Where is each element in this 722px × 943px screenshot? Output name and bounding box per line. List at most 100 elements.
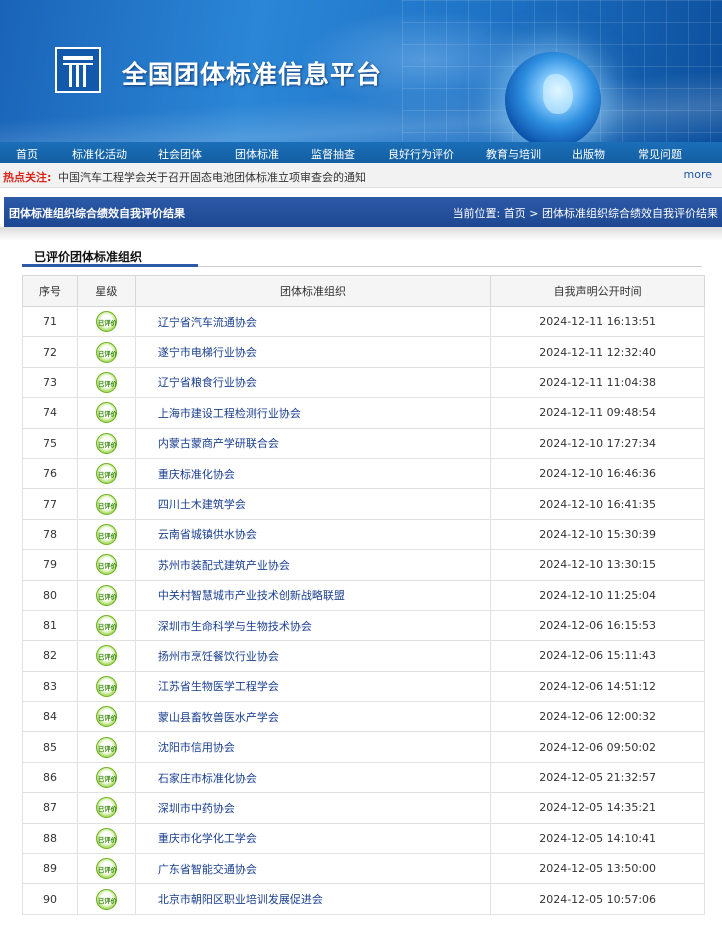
row-star: 已评价 (76, 761, 136, 794)
row-org-link[interactable]: 蒙山县畜牧兽医水产学会 (134, 701, 492, 733)
evaluated-orgs-table: 序号 星级 团体标准组织 自我声明公开时间 71 已评价 辽宁省汽车流通协会 2024… (22, 275, 705, 915)
row-org-link[interactable]: 云南省城镇供水协会 (134, 518, 492, 551)
evaluated-badge-label: 已评价 (97, 380, 117, 388)
row-org-link[interactable]: 苏州市装配式建筑产业协会 (134, 549, 492, 581)
nav-item[interactable]: 社会团体 (158, 146, 202, 162)
evaluated-badge-icon: 已评价 (95, 584, 117, 606)
row-star: 已评价 (76, 366, 136, 399)
evaluated-badge-label: 已评价 (97, 562, 117, 570)
row-date: 2024-12-05 21:32:57 (490, 761, 705, 794)
section-title: 已评价团体标准组织 (34, 250, 143, 264)
nav-item[interactable]: 常见问题 (638, 146, 682, 162)
row-org-link[interactable]: 中关村智慧城市产业技术创新战略联盟 (134, 579, 492, 611)
row-index: 83 (22, 670, 78, 703)
row-org-link[interactable]: 沈阳市信用协会 (134, 731, 492, 763)
breadcrumb-home[interactable]: 首页 (504, 207, 526, 220)
evaluated-badge-label: 已评价 (97, 441, 117, 449)
evaluated-badge-icon: 已评价 (95, 341, 117, 363)
row-org-link[interactable]: 深圳市中药协会 (134, 792, 492, 824)
nav-item[interactable]: 教育与培训 (486, 146, 541, 162)
evaluated-badge-icon: 已评价 (95, 402, 117, 424)
page-title: 团体标准组织综合绩效自我评价结果 (9, 207, 185, 220)
table-row: 85 已评价 沈阳市信用协会 2024-12-06 09:50:02 (22, 731, 705, 763)
table-header-row: 序号 星级 团体标准组织 自我声明公开时间 (22, 275, 705, 307)
evaluated-badge-label: 已评价 (97, 623, 117, 631)
row-org-link[interactable]: 四川土木建筑学会 (134, 488, 492, 520)
table-row: 79 已评价 苏州市装配式建筑产业协会 2024-12-10 13:30:15 (22, 549, 705, 581)
nav-item[interactable]: 团体标准 (235, 146, 279, 162)
row-org-link[interactable]: 北京市朝阳区职业培训发展促进会 (134, 883, 492, 915)
hot-news-bar: 热点关注: 中国汽车工程学会关于召开固态电池团体标准立项审查会的通知 more (0, 163, 722, 188)
site-logo-icon[interactable] (55, 47, 101, 93)
evaluated-badge-label: 已评价 (97, 501, 117, 510)
row-star: 已评价 (76, 397, 136, 429)
row-date: 2024-12-05 14:35:21 (490, 792, 705, 824)
row-star: 已评价 (76, 670, 136, 703)
row-org-link[interactable]: 辽宁省粮食行业协会 (134, 366, 492, 399)
row-org-link[interactable]: 重庆市化学化工学会 (134, 822, 492, 855)
evaluated-badge-icon: 已评价 (95, 493, 117, 515)
nav-item[interactable]: 良好行为评价 (388, 146, 454, 162)
row-index: 89 (22, 853, 78, 885)
nav-item[interactable]: 标准化活动 (72, 146, 127, 162)
row-org-link[interactable]: 扬州市烹饪餐饮行业协会 (134, 640, 492, 672)
table-row: 86 已评价 石家庄市标准化协会 2024-12-05 21:32:57 (22, 761, 705, 794)
evaluated-badge-label: 已评价 (97, 805, 117, 814)
row-org-link[interactable]: 遂宁市电梯行业协会 (134, 336, 492, 368)
table-row: 77 已评价 四川土木建筑学会 2024-12-10 16:41:35 (22, 488, 705, 520)
table-row: 89 已评价 广东省智能交通协会 2024-12-05 13:50:00 (22, 853, 705, 885)
row-index: 82 (22, 640, 78, 672)
row-index: 87 (22, 792, 78, 824)
row-date: 2024-12-06 12:00:32 (490, 701, 705, 733)
row-date: 2024-12-05 13:50:00 (490, 853, 705, 885)
row-index: 88 (22, 822, 78, 855)
evaluated-badge-label: 已评价 (97, 319, 117, 327)
header-date: 自我声明公开时间 (490, 275, 705, 307)
row-star: 已评价 (76, 579, 136, 611)
row-star: 已评价 (76, 549, 136, 581)
table-row: 80 已评价 中关村智慧城市产业技术创新战略联盟 2024-12-10 11:25:0… (22, 579, 705, 611)
evaluated-badge-label: 已评价 (97, 745, 117, 753)
row-date: 2024-12-10 13:30:15 (490, 549, 705, 581)
site-title[interactable]: 全国团体标准信息平台 (122, 55, 382, 91)
table-row: 71 已评价 辽宁省汽车流通协会 2024-12-11 16:13:51 (22, 305, 705, 338)
row-date: 2024-12-05 10:57:06 (490, 883, 705, 915)
table-row: 75 已评价 内蒙古蒙商产学研联合会 2024-12-10 17:27:34 (22, 427, 705, 459)
nav-item[interactable]: 监督抽查 (311, 146, 355, 162)
table-row: 90 已评价 北京市朝阳区职业培训发展促进会 2024-12-05 10:57:06 (22, 883, 705, 915)
row-star: 已评价 (76, 518, 136, 551)
row-index: 84 (22, 701, 78, 733)
table-row: 81 已评价 深圳市生命科学与生物技术协会 2024-12-06 16:15:53 (22, 609, 705, 642)
row-org-link[interactable]: 石家庄市标准化协会 (134, 761, 492, 794)
evaluated-badge-icon: 已评价 (95, 736, 117, 758)
row-index: 74 (22, 397, 78, 429)
row-date: 2024-12-05 14:10:41 (490, 822, 705, 855)
row-date: 2024-12-06 15:11:43 (490, 640, 705, 672)
row-org-link[interactable]: 江苏省生物医学工程学会 (134, 670, 492, 703)
evaluated-badge-icon: 已评价 (95, 858, 117, 880)
row-org-link[interactable]: 广东省智能交通协会 (134, 853, 492, 885)
evaluated-badge-icon: 已评价 (95, 432, 117, 454)
row-star: 已评价 (76, 336, 136, 368)
row-index: 85 (22, 731, 78, 763)
row-date: 2024-12-06 09:50:02 (490, 731, 705, 763)
breadcrumb: 当前位置: 首页 > 团体标准组织综合绩效自我评价结果 (453, 205, 718, 221)
row-org-link[interactable]: 上海市建设工程检测行业协会 (134, 397, 492, 429)
nav-item[interactable]: 首页 (16, 146, 38, 162)
evaluated-badge-icon: 已评价 (95, 767, 117, 789)
row-org-link[interactable]: 深圳市生命科学与生物技术协会 (134, 609, 492, 642)
row-org-link[interactable]: 内蒙古蒙商产学研联合会 (134, 427, 492, 459)
evaluated-badge-label: 已评价 (97, 653, 117, 662)
row-index: 72 (22, 336, 78, 368)
evaluated-badge-label: 已评价 (97, 410, 117, 418)
row-date: 2024-12-11 16:13:51 (490, 305, 705, 338)
row-org-link[interactable]: 重庆标准化协会 (134, 457, 492, 490)
row-date: 2024-12-10 11:25:04 (490, 579, 705, 611)
evaluated-badge-icon: 已评价 (95, 706, 117, 728)
row-date: 2024-12-10 15:30:39 (490, 518, 705, 551)
row-org-link[interactable]: 辽宁省汽车流通协会 (134, 305, 492, 338)
evaluated-badge-icon: 已评价 (95, 888, 117, 910)
nav-item[interactable]: 出版物 (572, 146, 605, 162)
more-link[interactable]: more (684, 168, 713, 181)
hot-news-link[interactable]: 中国汽车工程学会关于召开固态电池团体标准立项审查会的通知 (58, 169, 366, 185)
